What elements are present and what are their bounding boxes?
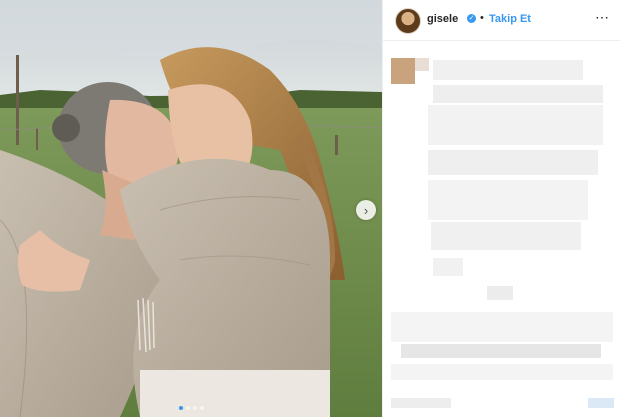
carousel-indicator [0,406,382,410]
photo-illustration [0,0,382,417]
pixel-block [431,222,581,250]
pixel-block [415,58,429,71]
follow-button[interactable]: Takip Et [489,13,531,25]
post-sidebar: gisele ✓ • Takip Et ⋯ [382,0,620,417]
next-photo-button[interactable]: › [356,200,376,220]
avatar[interactable] [395,8,421,34]
pixel-block [428,180,588,220]
verified-badge-icon: ✓ [467,14,476,23]
pixel-block [391,398,451,408]
pixel-block [433,60,583,80]
carousel-dot [192,406,197,410]
pixel-block [401,344,601,358]
pixel-block [588,398,614,408]
more-options-icon[interactable]: ⋯ [595,9,610,26]
post-window: › gisele ✓ • Takip Et ⋯ [0,0,620,417]
pixel-block [433,85,603,103]
post-header: gisele ✓ • Takip Et ⋯ [383,0,620,41]
carousel-dot [185,406,190,410]
pixel-block [428,150,598,175]
pixel-block [487,286,513,300]
pixel-block [391,364,613,380]
pixel-block [391,312,613,342]
commenter-avatar-pixelated [391,58,415,84]
pixel-block [428,105,603,145]
carousel-dot [178,406,183,410]
post-photo[interactable]: › [0,0,382,417]
carousel-dot [199,406,204,410]
pixel-block [433,258,463,276]
chevron-right-icon: › [363,202,369,218]
separator-dot: • [480,12,484,24]
username-link[interactable]: gisele [427,13,458,25]
